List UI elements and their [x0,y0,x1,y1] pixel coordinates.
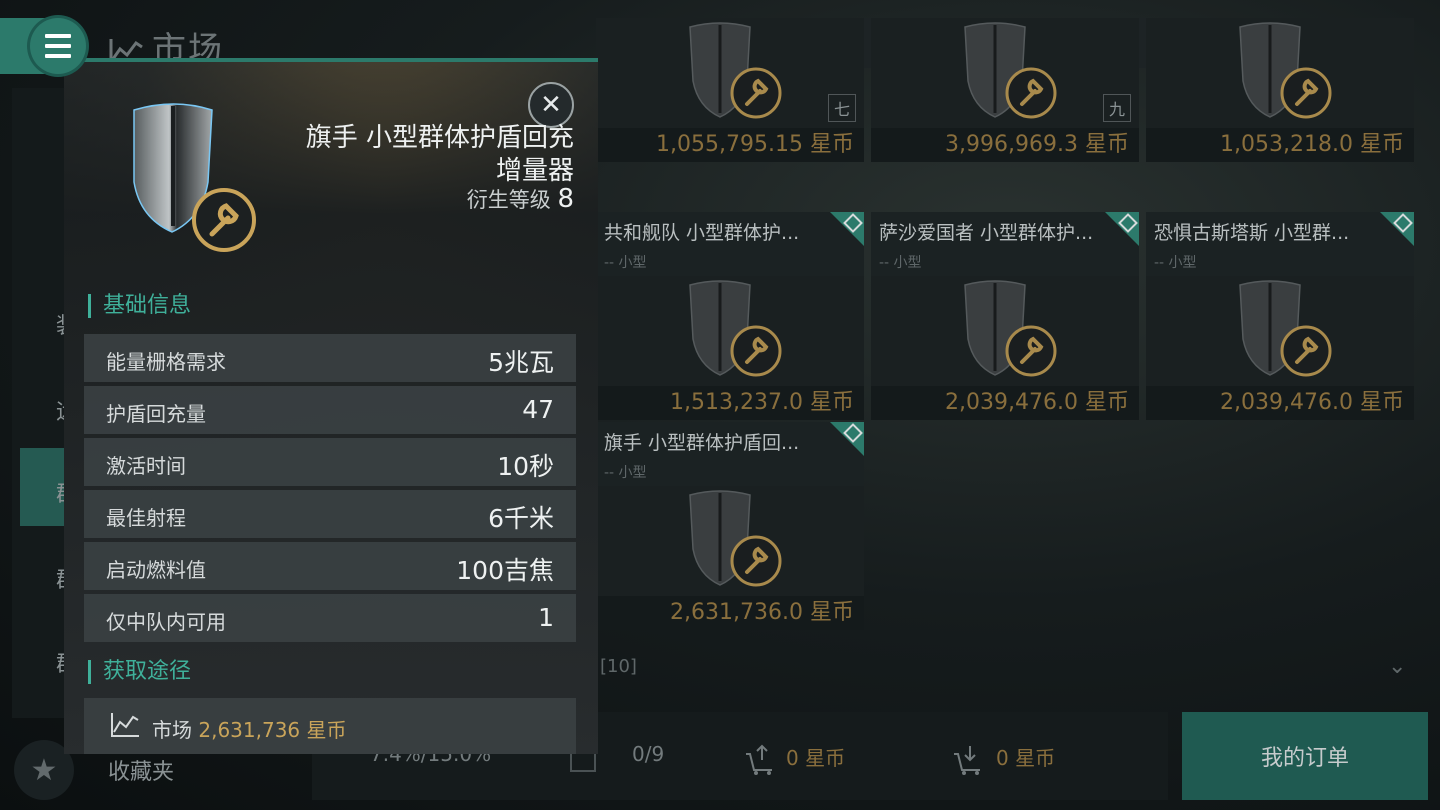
card-size: -- 小型 [596,462,864,486]
card-size: -- 小型 [871,252,1139,276]
card-name: 共和舰队 小型群体护... [596,212,864,252]
stat-row: 启动燃料值 100吉焦 [84,542,576,590]
shield-module-icon [689,280,782,377]
my-orders-button[interactable]: 我的订单 [1182,712,1428,800]
stat-value: 100吉焦 [456,556,554,585]
menu-button[interactable] [30,18,86,74]
shield-module-icon [689,22,782,119]
stat-row: 护盾回充量 47 [84,386,576,434]
sell-value: 0 星币 [786,746,846,770]
chevron-down-icon[interactable]: ⌄ [1388,654,1406,679]
buy-value: 0 星币 [996,746,1056,770]
card-corner-badge [830,212,864,246]
item-level: 衍生等级 8 [467,184,574,214]
shield-module-icon [689,490,782,587]
menu-icon [45,34,71,38]
card-name: 萨沙爱国者 小型群体护... [871,212,1139,252]
source-price: 2,631,736 星币 [198,718,347,742]
card-image [1146,18,1414,128]
stat-row: 仅中队内可用 1 [84,594,576,642]
shield-module-icon [964,22,1057,119]
orders-count: 0/9 [632,742,665,766]
card-size: -- 小型 [596,252,864,276]
card-image [871,276,1139,386]
stat-value: 47 [522,395,554,424]
card-price: 2,039,476.0 星币 [1146,386,1414,420]
sell-cart-icon [744,742,776,781]
shield-module-icon [1239,280,1332,377]
market-item-card[interactable]: 九 3,996,969.3 星币 [871,18,1139,162]
card-name: 旗手 小型群体护盾回... [596,422,864,462]
market-item-card[interactable]: 共和舰队 小型群体护... -- 小型 1,513,237.0 星币 [596,212,864,420]
item-level-value: 8 [557,184,574,214]
menu-icon-bar [45,54,71,58]
market-item-card[interactable]: 七 1,055,795.15 星币 [596,18,864,162]
basic-info-title: 基础信息 [88,294,191,318]
tier-badge: 九 [1103,94,1131,122]
shield-module-icon [964,280,1057,377]
card-price: 1,513,237.0 星币 [596,386,864,420]
stat-label: 启动燃料值 [106,558,206,582]
source-label: 市场 [152,718,192,742]
stat-row: 激活时间 10秒 [84,438,576,486]
card-image: 九 [871,18,1139,128]
card-corner-badge [1105,212,1139,246]
market-item-card[interactable]: 1,053,218.0 星币 [1146,18,1414,162]
card-image [1146,276,1414,386]
stat-label: 激活时间 [106,454,186,478]
card-price: 1,053,218.0 星币 [1146,128,1414,162]
card-price: 2,631,736.0 星币 [596,596,864,630]
buy-cart-icon [952,742,984,781]
item-grid: 七 1,055,795.15 星币 九 3,996,969.3 星币 1,053,218… [596,18,1416,642]
menu-icon-bar [45,44,71,48]
chart-line-icon [111,713,139,737]
stat-value: 5兆瓦 [488,348,554,377]
stat-label: 仅中队内可用 [106,610,226,634]
card-price: 3,996,969.3 星币 [871,128,1139,162]
market-item-card[interactable]: 萨沙爱国者 小型群体护... -- 小型 2,039,476.0 星币 [871,212,1139,420]
stat-row: 最佳射程 6千米 [84,490,576,538]
market-item-card[interactable]: 旗手 小型群体护盾回... -- 小型 2,631,736.0 星币 [596,422,864,630]
market-item-card[interactable]: 恐惧古斯塔斯 小型群... -- 小型 2,039,476.0 星币 [1146,212,1414,420]
item-level-label: 衍生等级 [466,188,551,212]
stat-label: 最佳射程 [106,506,186,530]
source-text: 市场 2,631,736 星币 [152,714,347,743]
favorites-label[interactable]: 收藏夹 [108,754,174,786]
stat-label: 护盾回充量 [106,402,206,426]
item-name-line1: 旗手 小型群体护盾回充 [305,123,574,153]
card-price: 1,055,795.15 星币 [596,128,864,162]
page-indicator: [10] [600,656,637,677]
card-name: 恐惧古斯塔斯 小型群... [1146,212,1414,252]
item-shield-icon [122,96,262,266]
card-price: 2,039,476.0 星币 [871,386,1139,420]
stat-value: 6千米 [488,504,554,533]
item-name: 旗手 小型群体护盾回充 增量器 [306,122,574,188]
source-title: 获取途径 [88,660,191,684]
stat-value: 10秒 [497,452,554,481]
stat-label: 能量栅格需求 [106,350,226,374]
card-corner-badge [830,422,864,456]
card-image: 七 [596,18,864,128]
card-image [596,486,864,596]
market-source-row[interactable]: 市场 2,631,736 星币 [84,698,576,754]
tier-badge: 七 [828,94,856,122]
shield-module-icon [1239,22,1332,119]
item-detail-popup: ✕ 旗手 小型群体护盾回充 增量器 衍生等级 8 基础信息 能量栅格需求 5兆瓦… [64,58,598,754]
stat-value: 1 [538,603,554,632]
stat-row: 能量栅格需求 5兆瓦 [84,334,576,382]
card-size: -- 小型 [1146,252,1414,276]
card-corner-badge [1380,212,1414,246]
card-image [596,276,864,386]
